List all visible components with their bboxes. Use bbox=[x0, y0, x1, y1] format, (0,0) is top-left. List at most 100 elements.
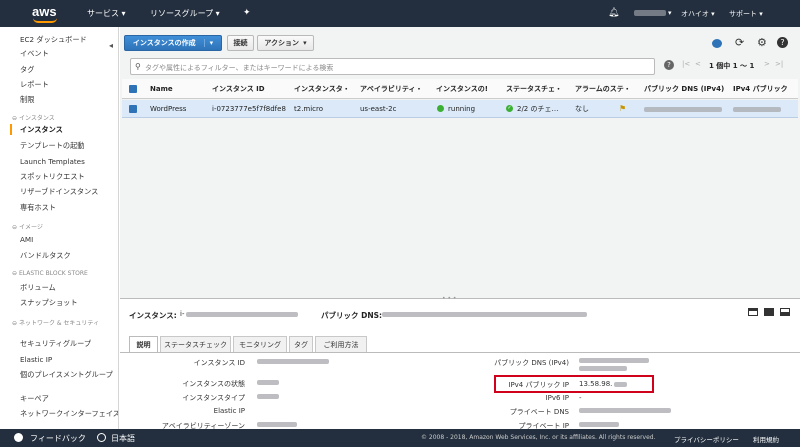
value-instance-id bbox=[257, 359, 329, 364]
privacy-link[interactable]: プライバシーポリシー bbox=[674, 434, 739, 444]
sidebar-section-network[interactable]: ⊖ ネットワーク & セキュリティ bbox=[12, 318, 99, 327]
row-checkbox[interactable] bbox=[129, 105, 137, 113]
col-public-dns[interactable]: パブリック DNS (IPv4) bbox=[644, 79, 728, 99]
value-ipv6: - bbox=[579, 394, 582, 402]
aws-logo[interactable]: aws bbox=[32, 4, 57, 19]
sidebar-section-ebs[interactable]: ⊖ ELASTIC BLOCK STORE bbox=[12, 270, 88, 277]
select-all-checkbox[interactable] bbox=[129, 85, 137, 93]
connect-button[interactable]: 接続 bbox=[227, 35, 254, 51]
search-help-icon[interactable]: ? bbox=[664, 60, 674, 70]
search-placeholder: タグや属性によるフィルター、またはキーワードによる検索 bbox=[145, 64, 334, 72]
sidebar-item-reserved[interactable]: リザーブドインスタンス bbox=[20, 187, 98, 197]
tab-usage[interactable]: ご利用方法 bbox=[315, 336, 367, 352]
value-private-dns bbox=[579, 408, 671, 413]
chevron-down-icon: ▾ bbox=[203, 39, 213, 47]
bell-icon[interactable]: 🔔︎ bbox=[608, 8, 619, 18]
footer: フィードバック 日本語 © 2008 - 2018, Amazon Web Se… bbox=[0, 429, 800, 447]
account-chevron-icon[interactable]: ▾ bbox=[668, 9, 672, 17]
prev-page-icon[interactable]: < bbox=[695, 60, 701, 68]
sidebar-item-snapshots[interactable]: スナップショット bbox=[20, 298, 78, 308]
support-menu[interactable]: サポート ▾ bbox=[729, 9, 763, 19]
col-status-checks[interactable]: ステータスチェ・ bbox=[506, 79, 568, 99]
sidebar-section-instances[interactable]: ⊖ インスタンス bbox=[12, 113, 55, 122]
sidebar-item-dashboard[interactable]: EC2 ダッシュボード bbox=[20, 35, 87, 45]
region-menu[interactable]: オハイオ ▾ bbox=[681, 9, 715, 19]
row-instance-id: i-0723777e5f7f8dfe8 bbox=[212, 105, 286, 113]
row-ipv4-public bbox=[733, 107, 781, 112]
aws-smile-icon bbox=[33, 18, 57, 23]
row-state: running bbox=[448, 105, 476, 113]
detail-instance-blur bbox=[186, 312, 298, 317]
resize-handle[interactable]: • • • bbox=[442, 295, 456, 302]
value-az bbox=[257, 422, 297, 427]
sidebar-item-instances[interactable]: インスタンス bbox=[20, 125, 63, 135]
refresh-icon[interactable]: ⟳ bbox=[735, 36, 744, 49]
panel-layout-icon[interactable] bbox=[764, 308, 774, 316]
sidebar-item-dedicated-hosts[interactable]: 専有ホスト bbox=[20, 203, 56, 213]
label-instance-state: インスタンスの状態 bbox=[182, 380, 245, 388]
terms-link[interactable]: 利用規約 bbox=[753, 434, 779, 444]
tab-status-checks[interactable]: ステータスチェック bbox=[160, 336, 231, 352]
check-icon: ✓ bbox=[506, 105, 513, 112]
sidebar-item-limits[interactable]: 制限 bbox=[20, 95, 34, 105]
row-name: WordPress bbox=[150, 105, 187, 113]
panel-layout-icon[interactable] bbox=[748, 308, 758, 316]
account-name[interactable] bbox=[634, 10, 666, 16]
first-page-icon[interactable]: |< bbox=[682, 60, 690, 68]
sidebar-item-security-groups[interactable]: セキュリティグループ bbox=[20, 339, 91, 349]
sidebar-item-volumes[interactable]: ボリューム bbox=[20, 283, 56, 293]
last-page-icon[interactable]: >| bbox=[775, 60, 783, 68]
value-private-ip bbox=[579, 422, 619, 427]
panel-layout-icon[interactable] bbox=[780, 308, 790, 316]
sidebar-item-key-pairs[interactable]: キーペア bbox=[20, 394, 49, 404]
services-menu[interactable]: サービス ▾ bbox=[87, 8, 126, 19]
search-icon: ⚲ bbox=[135, 62, 141, 71]
col-instance-state[interactable]: インスタンスの! bbox=[436, 79, 498, 99]
col-ipv4-public[interactable]: IPv4 パブリック bbox=[733, 79, 798, 99]
sidebar-item-tags[interactable]: タグ bbox=[20, 65, 34, 75]
chevron-down-icon: ▾ bbox=[303, 39, 307, 47]
sidebar-item-launch-templates[interactable]: Launch Templates bbox=[20, 157, 85, 166]
alarm-bell-icon[interactable]: ⚑ bbox=[619, 104, 626, 113]
label-instance-type: インスタンスタイプ bbox=[182, 394, 245, 402]
pin-icon[interactable]: ✦ bbox=[243, 8, 251, 18]
tab-divider bbox=[120, 352, 800, 353]
launch-instance-button[interactable]: インスタンスの作成 ▾ bbox=[124, 35, 222, 51]
sidebar-item-spot-requests[interactable]: スポットリクエスト bbox=[20, 172, 85, 182]
col-az[interactable]: アベイラビリティ・ bbox=[360, 79, 425, 99]
copyright: © 2008 - 2018, Amazon Web Services, Inc.… bbox=[421, 434, 656, 441]
sidebar-item-launch-config[interactable]: テンプレートの起動 bbox=[20, 141, 84, 151]
help-icon[interactable]: ? bbox=[777, 37, 788, 48]
table-row[interactable]: WordPress i-0723777e5f7f8dfe8 t2.micro u… bbox=[122, 100, 798, 118]
sidebar-section-images[interactable]: ⊖ イメージ bbox=[12, 222, 43, 231]
feedback-link[interactable]: フィードバック bbox=[30, 433, 86, 444]
row-public-dns bbox=[644, 107, 722, 112]
detail-public-dns-label: パブリック DNS: bbox=[321, 311, 383, 320]
sidebar-item-placement-groups[interactable]: 個のプレイスメントグループ bbox=[20, 370, 113, 380]
launch-instance-label: インスタンスの作成 bbox=[132, 39, 196, 47]
sidebar-item-bundle-tasks[interactable]: バンドルタスク bbox=[20, 251, 71, 261]
sidebar-item-ami[interactable]: AMI bbox=[20, 235, 33, 244]
sidebar-item-events[interactable]: イベント bbox=[20, 49, 49, 59]
resource-groups-menu[interactable]: リソースグループ ▾ bbox=[150, 8, 220, 19]
language-selector[interactable]: 日本語 bbox=[111, 433, 135, 444]
actions-button[interactable]: アクション ▾ bbox=[257, 35, 314, 51]
detail-instance-label: インスタンス: bbox=[129, 311, 177, 320]
sidebar-item-reports[interactable]: レポート bbox=[20, 80, 49, 90]
gear-icon[interactable]: ⚙︎ bbox=[757, 36, 767, 49]
next-page-icon[interactable]: > bbox=[764, 60, 770, 68]
col-instance-type[interactable]: インスタンスタ・ bbox=[294, 79, 352, 99]
col-name[interactable]: Name bbox=[150, 79, 205, 99]
col-alarm-status[interactable]: アラームのステ・ bbox=[575, 79, 635, 99]
collapse-sidebar-icon[interactable]: ◂ bbox=[109, 41, 113, 50]
tab-tags[interactable]: タグ bbox=[289, 336, 313, 352]
sidebar-item-elastic-ip[interactable]: Elastic IP bbox=[20, 355, 52, 364]
chat-icon[interactable] bbox=[712, 39, 722, 48]
detail-panel: • • • インスタンス: i- パブリック DNS: 説明 ステータスチェック… bbox=[120, 295, 800, 430]
tab-monitoring[interactable]: モニタリング bbox=[233, 336, 287, 352]
tab-description[interactable]: 説明 bbox=[129, 336, 158, 352]
sidebar-item-network-interfaces[interactable]: ネットワークインターフェイス bbox=[20, 409, 118, 419]
search-input[interactable]: ⚲ タグや属性によるフィルター、またはキーワードによる検索 bbox=[130, 58, 655, 75]
col-instance-id[interactable]: インスタンス ID bbox=[212, 79, 282, 99]
value-instance-type bbox=[257, 394, 279, 399]
